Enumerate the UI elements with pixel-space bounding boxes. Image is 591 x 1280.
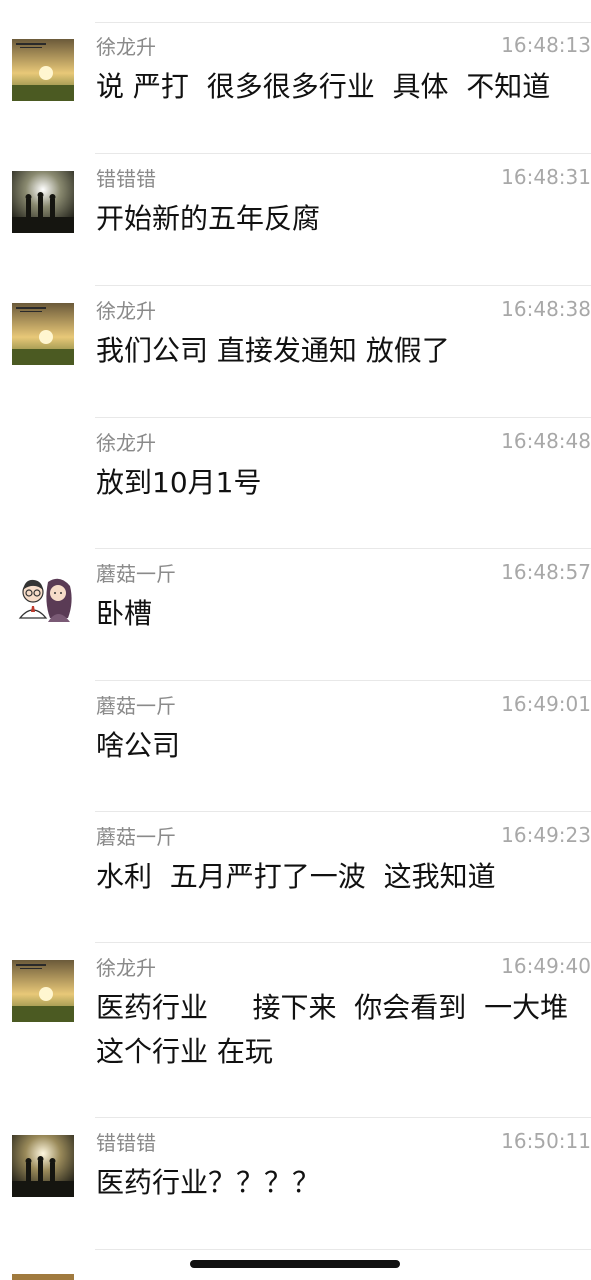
message-item[interactable]: 蘑菇一斤 16:48:57 卧槽 [0,550,591,681]
message-time: 16:49:23 [501,823,591,847]
message-time: 16:48:48 [501,429,591,453]
message-text: 卧槽 [96,597,153,630]
avatar[interactable] [12,1135,74,1197]
message-time: 16:49:40 [501,954,591,978]
divider [95,680,591,681]
cartoon-couple-avatar [12,566,74,628]
sunset-field-avatar [12,39,74,101]
message-text: 说 严打 很多很多行业 具体 不知道 [96,70,551,103]
sender-name: 错错错 [96,167,156,191]
message-item[interactable]: 徐龙升 16:48:13 说 严打 很多很多行业 具体 不知道 [0,23,591,154]
message-item[interactable]: 蘑菇一斤 16:49:23 水利 五月严打了一波 这我知道 [0,813,591,943]
message-item[interactable]: 徐龙升 16:48:38 我们公司 直接发通知 放假了 [0,287,591,418]
sender-name: 蘑菇一斤 [96,825,176,849]
divider [95,1117,591,1118]
divider [95,548,591,549]
message-text: 水利 五月严打了一波 这我知道 [96,860,496,893]
avatar [12,1274,74,1280]
sender-name: 徐龙升 [96,431,156,455]
message-item[interactable]: 徐龙升 16:48:48 放到10月1号 [0,419,591,549]
message-time: 16:48:38 [501,297,591,321]
sender-name: 徐龙升 [96,956,156,980]
message-time: 16:48:57 [501,560,591,584]
chat-history: 徐龙升 16:48:13 说 严打 很多很多行业 具体 不知道 错错错 16:4… [0,0,591,1280]
avatar[interactable] [12,303,74,365]
message-item[interactable]: 错错错 16:48:31 开始新的五年反腐 [0,155,591,286]
message-text: 医药行业？？？？ [96,1166,321,1199]
message-time: 16:49:01 [501,692,591,716]
message-text: 我们公司 直接发通知 放假了 [96,334,450,367]
avatar[interactable] [12,960,74,1022]
message-item[interactable]: 错错错 16:50:11 医药行业？？？？ [0,1119,591,1250]
divider [95,285,591,286]
divider [95,811,591,812]
avatar[interactable] [12,171,74,233]
message-time: 16:48:13 [501,33,591,57]
message-time: 16:48:31 [501,165,591,189]
sender-name: 错错错 [96,1131,156,1155]
message-text: 啥公司 [96,729,181,762]
sunset-field-avatar [12,960,74,1022]
sunset-field-avatar [12,303,74,365]
concert-crowd-avatar [12,171,74,233]
message-text: 放到10月1号 [96,466,262,499]
avatar[interactable] [12,39,74,101]
message-time: 16:50:11 [501,1129,591,1153]
sender-name: 蘑菇一斤 [96,562,176,586]
concert-crowd-avatar [12,1135,74,1197]
sender-name: 蘑菇一斤 [96,694,176,718]
divider [95,942,591,943]
message-text: 开始新的五年反腐 [96,202,321,235]
divider [95,417,591,418]
divider [95,1249,591,1250]
divider [95,153,591,154]
home-indicator[interactable] [190,1260,400,1268]
avatar[interactable] [12,566,74,628]
sender-name: 徐龙升 [96,35,156,59]
sender-name: 徐龙升 [96,299,156,323]
message-item[interactable]: 徐龙升 16:49:40 医药行业 接下来 你会看到 一大堆 这个行业 在玩 [0,944,591,1118]
message-text: 医药行业 接下来 你会看到 一大堆 这个行业 在玩 [96,991,569,1068]
message-item[interactable]: 蘑菇一斤 16:49:01 啥公司 [0,682,591,812]
